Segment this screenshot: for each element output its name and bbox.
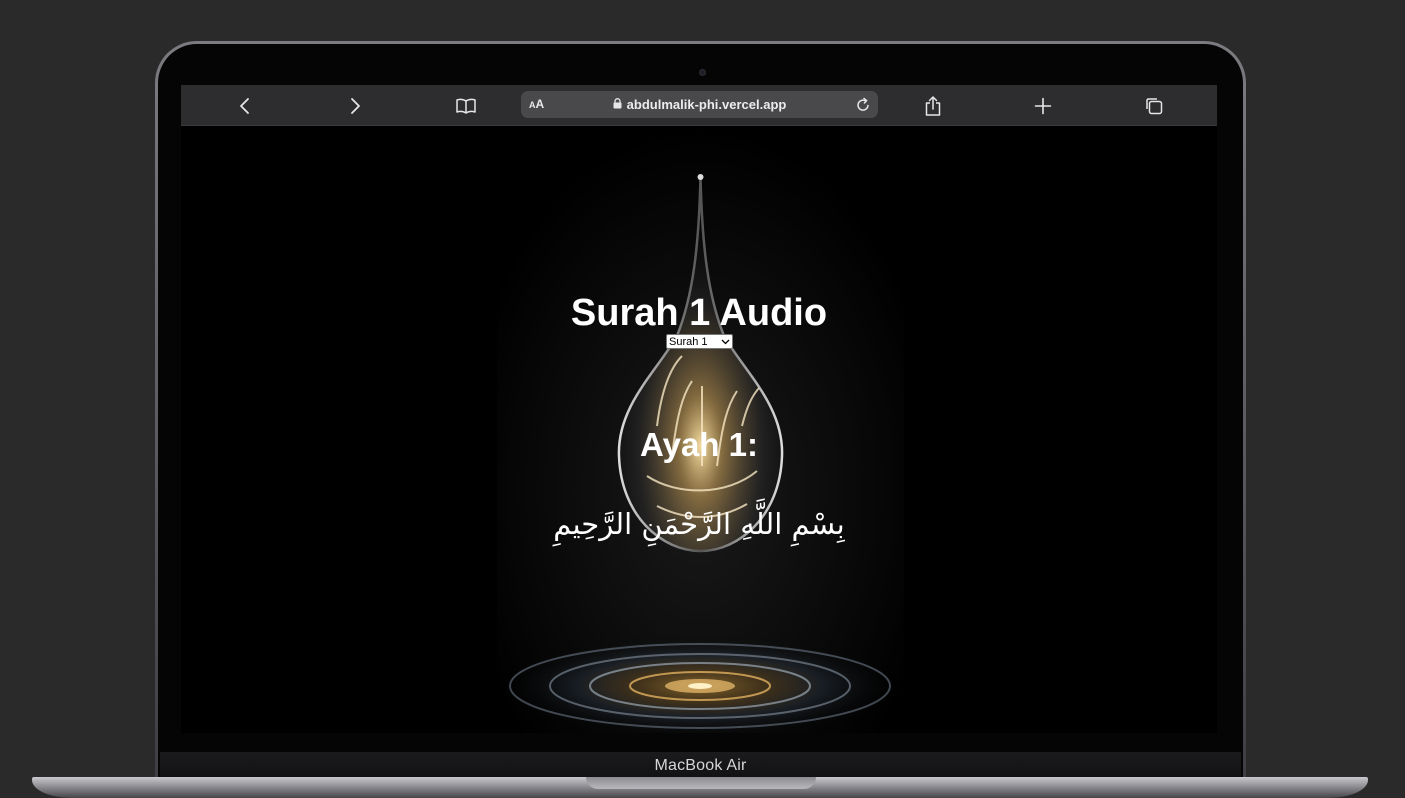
chevron-down-icon xyxy=(721,339,730,344)
lock-icon xyxy=(613,97,622,112)
ayah-text: بِسْمِ اللَّهِ الرَّحْمَنِ الرَّحِيمِ xyxy=(553,507,845,541)
tabs-overview-button[interactable] xyxy=(1142,94,1166,118)
device-label: MacBook Air xyxy=(654,757,747,774)
chevron-right-icon xyxy=(351,98,360,114)
surah-select[interactable]: Surah 1 xyxy=(666,334,733,349)
web-page: Surah 1 Audio Surah 1 Ayah 1: بِسْمِ الل… xyxy=(181,126,1217,733)
ayah-heading: Ayah 1: xyxy=(640,426,758,463)
share-button[interactable] xyxy=(921,94,945,118)
url-text: abdulmalik-phi.vercel.app xyxy=(626,97,787,112)
chevron-left-icon xyxy=(240,98,249,114)
address-bar[interactable]: AA abdulmalik-phi.vercel.app xyxy=(521,91,878,118)
back-button[interactable] xyxy=(233,94,257,118)
forward-button[interactable] xyxy=(343,94,367,118)
page-title: Surah 1 Audio xyxy=(570,292,828,334)
laptop-notch xyxy=(586,777,816,789)
reload-button[interactable] xyxy=(854,96,872,114)
reload-icon xyxy=(857,97,869,111)
tabs-icon xyxy=(1146,98,1163,115)
bookmarks-button[interactable] xyxy=(454,94,478,118)
book-icon xyxy=(456,98,476,114)
laptop-chin: MacBook Air xyxy=(160,752,1241,780)
browser-toolbar: AA abdulmalik-phi.vercel.app xyxy=(181,85,1217,126)
new-tab-button[interactable] xyxy=(1031,94,1055,118)
surah-select-value: Surah 1 xyxy=(669,335,708,348)
plus-icon xyxy=(1034,97,1052,115)
share-icon xyxy=(925,96,941,116)
url-display: abdulmalik-phi.vercel.app xyxy=(521,91,878,118)
browser-window: AA abdulmalik-phi.vercel.app Surah 1 Aud… xyxy=(181,85,1217,733)
camera-icon xyxy=(699,69,706,76)
